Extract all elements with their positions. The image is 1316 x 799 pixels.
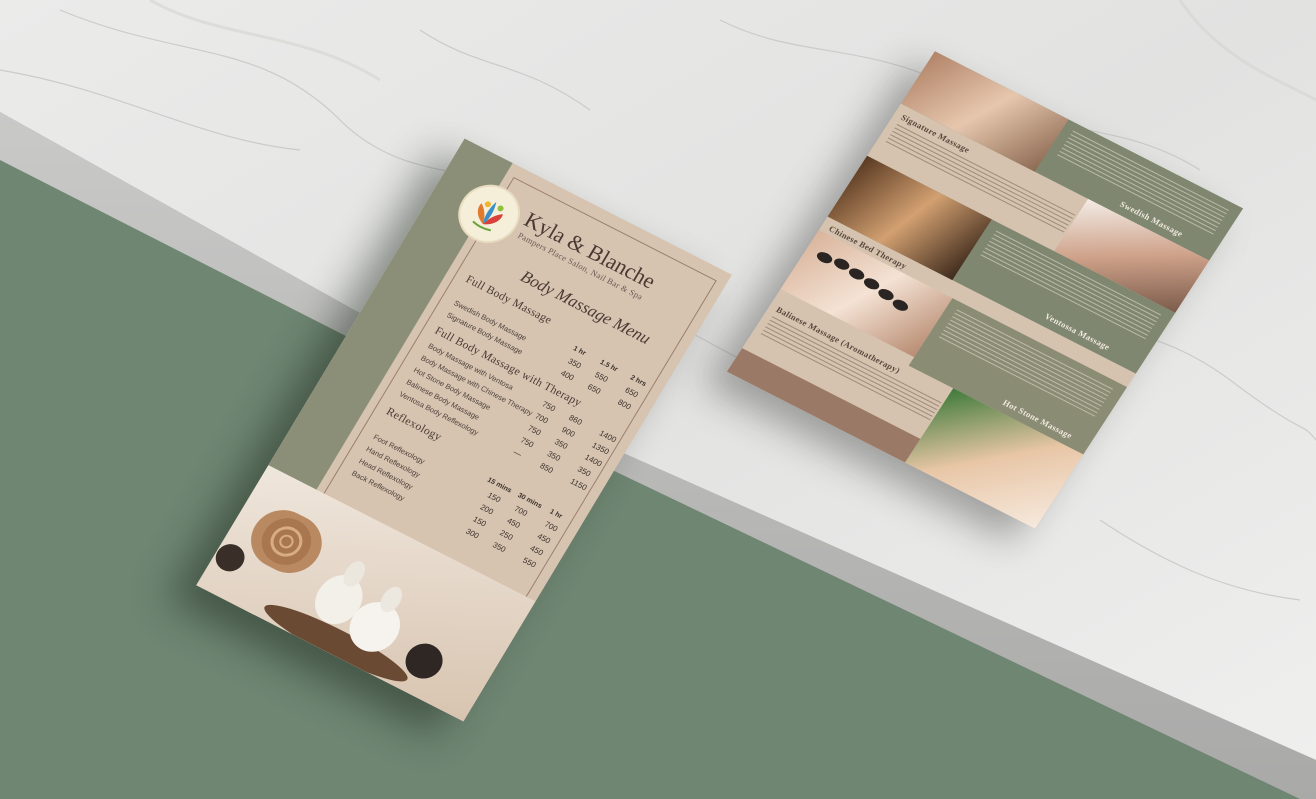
- photo-scene: Swedish Massage Signature Massage Chines…: [0, 0, 1316, 799]
